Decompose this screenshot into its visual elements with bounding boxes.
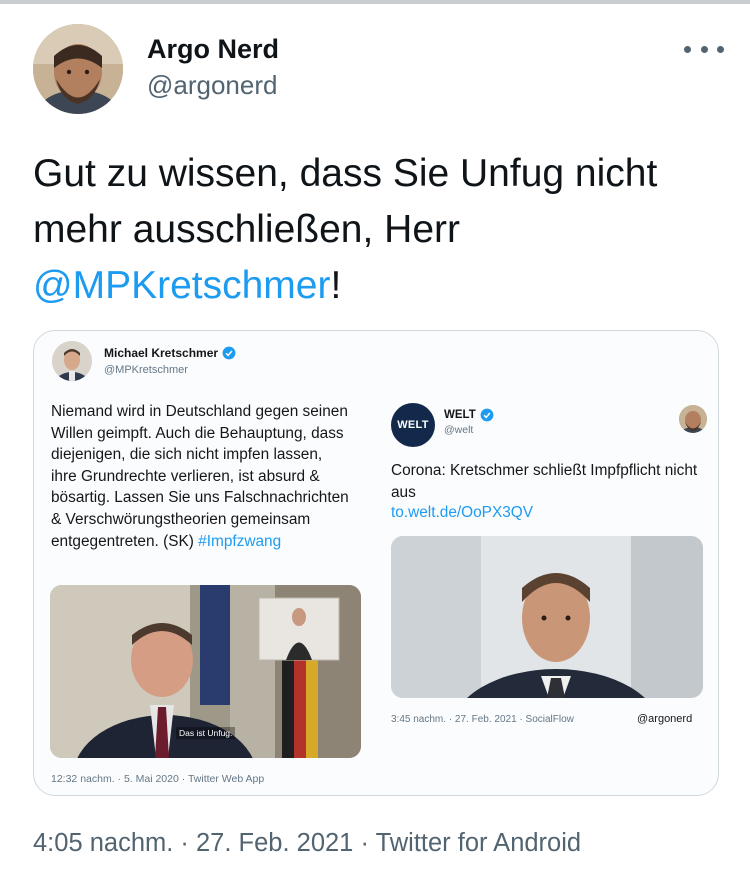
embedded-left-name-text: Michael Kretschmer xyxy=(104,346,219,360)
bearded-man-avatar[interactable] xyxy=(33,24,123,114)
user-handle[interactable]: @argonerd xyxy=(147,70,277,101)
embedded-left-text: Niemand wird in Deutschland gegen seinen… xyxy=(51,401,351,552)
verified-badge-icon xyxy=(222,346,236,360)
embedded-right-text: Corona: Kretschmer schließt Impfpflicht … xyxy=(391,462,698,501)
tweet-timestamp[interactable]: 4:05 nachm. · 27. Feb. 2021 · Twitter fo… xyxy=(33,829,581,858)
embedded-left-handle: @MPKretschmer xyxy=(104,364,188,376)
argonerd-small-avatar xyxy=(679,405,707,433)
screenshot-credit: @argonerd xyxy=(637,713,693,725)
more-options-icon[interactable] xyxy=(684,38,724,60)
mention-link[interactable]: @MPKretschmer xyxy=(33,264,330,307)
embedded-left-body: Niemand wird in Deutschland gegen seinen… xyxy=(51,403,349,550)
embedded-left-footer: 12:32 nachm. · 5. Mai 2020 · Twitter Web… xyxy=(51,773,265,785)
embedded-right-handle: @welt xyxy=(444,424,474,436)
dot-icon xyxy=(717,45,724,53)
hashtag-link: #Impfzwang xyxy=(198,532,282,550)
tweet-text-end: ! xyxy=(330,264,342,307)
display-name[interactable]: Argo Nerd xyxy=(147,34,279,65)
welt-logo: WELT xyxy=(391,403,435,447)
tweet-text-body: Gut zu wissen, dass Sie Unfug nicht mehr… xyxy=(33,152,658,251)
embedded-right-name-text: WELT xyxy=(444,409,476,421)
top-divider xyxy=(0,0,750,4)
embedded-left-name: Michael Kretschmer xyxy=(104,346,236,360)
embedded-screenshot[interactable]: Michael Kretschmer @MPKretschmer Niemand… xyxy=(33,330,719,796)
embedded-right-footer: 3:45 nachm. · 27. Feb. 2021 · SocialFlow xyxy=(391,714,574,725)
video-caption: Das ist Unfug. xyxy=(176,727,236,739)
video-still: Das ist Unfug. xyxy=(50,585,361,758)
article-link: to.welt.de/OoPX3QV xyxy=(391,504,534,521)
dot-icon xyxy=(700,45,708,53)
embedded-right-tweet: WELT WELT @welt Corona: Kretschmer schli… xyxy=(391,391,707,736)
verified-badge-icon xyxy=(480,408,494,422)
dot-icon xyxy=(684,45,691,53)
tweet-text: Gut zu wissen, dass Sie Unfug nicht mehr… xyxy=(33,146,733,314)
article-photo xyxy=(391,536,703,698)
embedded-right-name: WELT xyxy=(444,408,494,422)
kretschmer-avatar xyxy=(52,341,92,381)
